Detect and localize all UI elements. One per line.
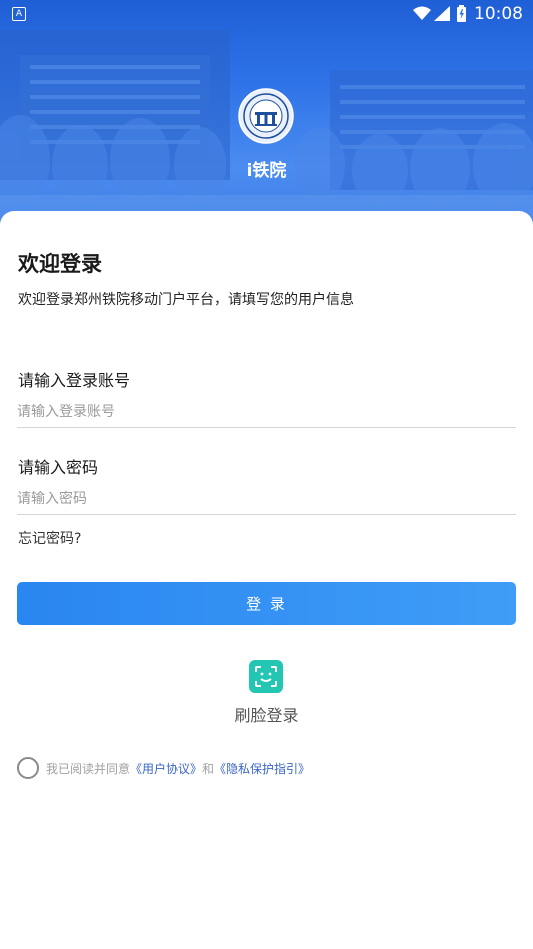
page-subtitle: 欢迎登录郑州铁院移动门户平台，请填写您的用户信息 (18, 292, 354, 308)
user-agreement-link[interactable]: 《用户协议》 (130, 762, 202, 776)
login-button[interactable]: 登 录 (17, 582, 516, 625)
privacy-link[interactable]: 《隐私保护指引》 (214, 762, 310, 776)
face-scan-icon[interactable] (249, 660, 283, 693)
app-name: i铁院 (246, 161, 287, 181)
password-input[interactable] (17, 484, 516, 515)
notification-icon: A (12, 7, 26, 21)
account-label: 请输入登录账号 (18, 371, 131, 390)
agreement-radio[interactable] (17, 757, 39, 779)
header-banner: A 10:08 i铁院 (0, 0, 533, 240)
school-emblem-icon (238, 88, 294, 144)
agreement-prefix: 我已阅读并同意 (46, 762, 131, 776)
agreement-text: 我已阅读并同意《用户协议》和《隐私保护指引》 (46, 760, 310, 777)
password-label: 请输入密码 (18, 458, 99, 477)
status-bar: A 10:08 (0, 0, 533, 28)
agreement-and: 和 (202, 762, 215, 776)
page-title: 欢迎登录 (18, 252, 102, 276)
forgot-password-link[interactable]: 忘记密码? (18, 528, 81, 548)
status-time: 10:08 (474, 4, 523, 24)
wifi-icon (413, 6, 431, 20)
signal-icon (434, 6, 450, 21)
battery-icon (457, 5, 466, 22)
face-login-label[interactable]: 刷脸登录 (0, 702, 533, 726)
account-input[interactable] (17, 397, 516, 428)
login-card (0, 211, 533, 949)
